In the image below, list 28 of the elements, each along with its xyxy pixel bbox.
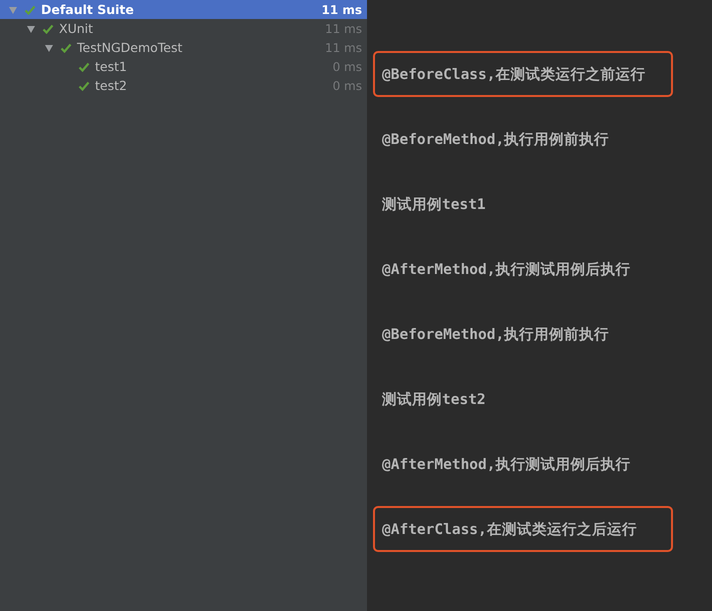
test-name: test1 xyxy=(95,59,128,74)
test-duration: 11 ms xyxy=(321,2,362,16)
test-name: test2 xyxy=(95,78,128,93)
check-icon xyxy=(42,22,54,34)
test-name: TestNGDemoTest xyxy=(77,40,184,55)
test-tree-item[interactable]: XUnit 11 ms xyxy=(0,19,367,38)
output-line: @BeforeMethod,执行用例前执行 xyxy=(381,326,610,344)
test-duration: 0 ms xyxy=(332,78,362,92)
output-line: @AfterMethod,执行测试用例后执行 xyxy=(381,260,632,280)
test-duration: 0 ms xyxy=(332,60,362,74)
output-line: 测试用例test1 xyxy=(380,196,487,214)
test-tree-item[interactable]: TestNGDemoTest 11 ms xyxy=(0,38,367,57)
test-tree-item[interactable]: test1 0 ms xyxy=(0,57,367,76)
output-line: @AfterMethod,执行测试用例后执行 xyxy=(381,456,632,474)
test-name: Default Suite xyxy=(41,2,135,17)
output-line: @BeforeMethod,执行用例前执行 xyxy=(381,130,610,150)
expand-arrow-icon[interactable] xyxy=(26,24,36,34)
output-line: 测试用例test2 xyxy=(380,390,487,410)
test-tree-item[interactable]: test2 0 ms xyxy=(0,76,367,95)
test-name: XUnit xyxy=(59,21,94,36)
check-icon xyxy=(24,4,36,16)
test-duration: 11 ms xyxy=(324,40,362,54)
test-duration: 11 ms xyxy=(324,22,362,36)
check-icon xyxy=(78,60,90,72)
expand-arrow-icon[interactable] xyxy=(44,42,54,52)
check-icon xyxy=(60,42,72,54)
check-icon xyxy=(78,80,90,92)
test-tree-item[interactable]: Default Suite 11 ms xyxy=(0,0,367,19)
